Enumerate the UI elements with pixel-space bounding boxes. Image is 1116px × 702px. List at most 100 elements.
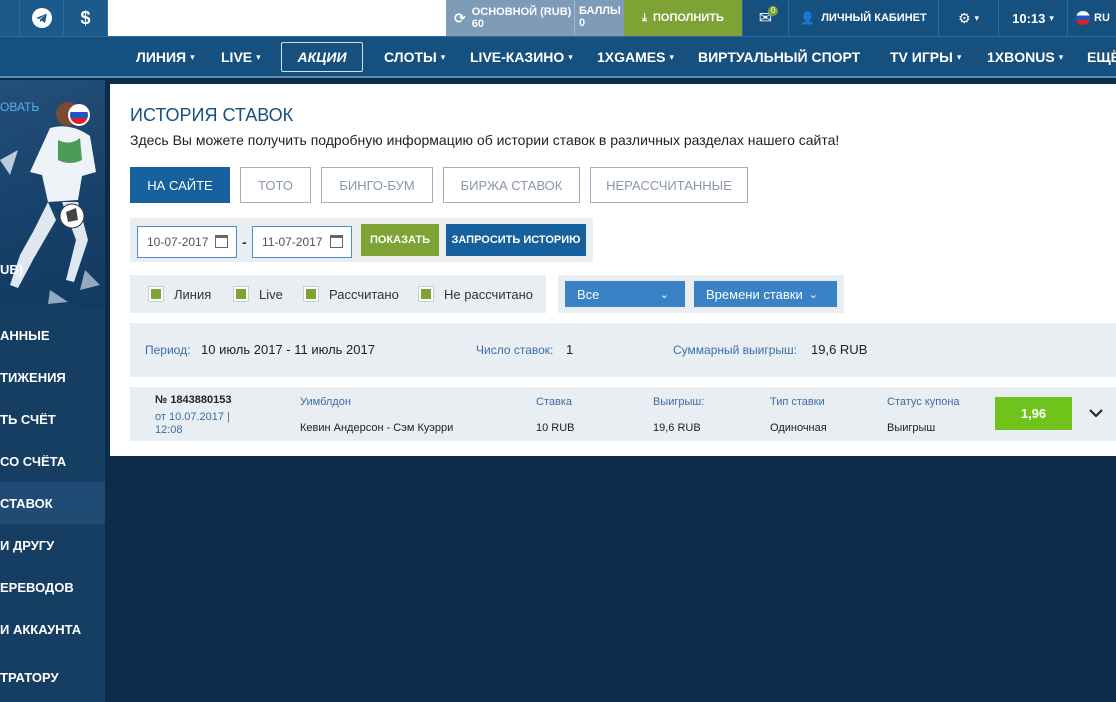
nav-1xbonus[interactable]: 1XBONUS ▾ [987,37,1063,77]
points-widget: БАЛЛЫ 0 [574,0,624,36]
chevron-down-icon: ▾ [440,51,446,62]
date-separator: - [242,234,247,250]
messages-button[interactable]: ✉ 0 [742,0,788,36]
checkbox-line[interactable]: Линия [148,286,211,302]
dollar-icon[interactable]: $ [64,0,108,36]
nav-tv-games[interactable]: TV ИГРЫ ▾ [890,37,961,77]
nav-more[interactable]: ЕЩЁ [1087,37,1116,77]
points-value: 0 [579,17,586,29]
tournament-label: Уимблдон [300,396,351,408]
nav-line[interactable]: ЛИНИЯ ▾ [136,37,195,77]
sort-time-select[interactable]: Времени ставки ⌄ [694,281,837,307]
count-label: Число ставок: [476,343,554,357]
balance-value: 60 [471,18,484,30]
calendar-icon[interactable] [330,235,343,248]
bet-number: № 1843880153 [155,394,232,406]
checkbox-box[interactable] [418,286,434,302]
sidebar-item-transfer-friend[interactable]: И ДРУГУ [0,524,105,566]
chevron-down-icon: ▾ [568,51,573,62]
russia-flag-icon [1076,11,1090,25]
chevron-down-icon: ▾ [956,51,962,62]
sidebar-item-bet-history[interactable]: СТАВОК [0,482,105,524]
match-name: Кевин Андерсон - Сэм Куэрри [300,422,454,434]
balance-widget[interactable]: ⟳ ОСНОВНОЙ (RUB) 60 [446,0,574,36]
chevron-down-icon: ▾ [669,51,674,62]
user-icon: 👤 [800,11,816,25]
sidebar-item-withdraw[interactable]: СО СЧЁТА [0,440,105,482]
sidebar-banner: ОВАТЬ UB) [0,80,105,306]
nav-live[interactable]: LIVE ▾ [221,37,261,77]
chevron-down-icon: ⌄ [808,288,818,301]
win-value: 19,6 RUB [653,422,701,434]
nav-virtual-sport[interactable]: ВИРТУАЛЬНЫЙ СПОРТ [698,37,860,77]
chevron-down-icon[interactable] [1088,405,1104,421]
top-bar-spacer [108,0,446,36]
chevron-down-icon: ▾ [256,51,261,62]
deposit-button[interactable]: ⤓ ПОПОЛНИТЬ [624,0,742,36]
telegram-icon[interactable] [20,0,64,36]
cabinet-button[interactable]: 👤 ЛИЧНЫЙ КАБИНЕТ [788,0,938,36]
download-icon: ⤓ [642,11,647,24]
show-button[interactable]: ПОКАЗАТЬ [361,224,439,256]
request-history-button[interactable]: ЗАПРОСИТЬ ИСТОРИЮ [446,224,586,256]
tab-unsettled[interactable]: НЕРАССЧИТАННЫЕ [590,167,748,203]
stake-label: Ставка [536,396,572,408]
time-selector[interactable]: 10:13 ▾ [998,0,1067,36]
bet-history-panel: ИСТОРИЯ СТАВОК Здесь Вы можете получить … [110,84,1116,456]
calendar-icon[interactable] [215,235,228,248]
page-description: Здесь Вы можете получить подробную инфор… [130,132,840,148]
checkbox-box[interactable] [303,286,319,302]
stake-value: 10 RUB [536,422,575,434]
gear-icon: ⚙ [957,9,971,26]
sort-selects: Все ⌄ Времени ставки ⌄ [558,275,844,313]
period-value: 10 июль 2017 - 11 июль 2017 [201,342,375,357]
checkbox-settled[interactable]: Рассчитано [303,286,399,302]
chevron-down-icon: ⌄ [659,288,669,301]
messages-badge: 0 [768,6,779,16]
tab-exchange[interactable]: БИРЖА СТАВОК [443,167,580,203]
balance-label: ОСНОВНОЙ (RUB) [471,6,572,18]
sidebar-item-achievements[interactable]: ТИЖЕНИЯ [0,356,105,398]
bet-row[interactable]: № 1843880153 от 10.07.2017 | 12:08 Уимбл… [130,387,1116,441]
nav-1xgames[interactable]: 1XGAMES ▾ [597,37,674,77]
top-bar: $ ⟳ ОСНОВНОЙ (RUB) 60 БАЛЛЫ 0 ⤓ ПОПОЛНИТ… [0,0,1116,36]
sidebar-link[interactable]: ОВАТЬ [0,100,39,114]
points-label: БАЛЛЫ [579,5,621,17]
tab-site[interactable]: НА САЙТЕ [130,167,230,203]
sidebar-item-account-settings[interactable]: И АККАУНТА [0,608,105,650]
nav-slots[interactable]: СЛОТЫ ▾ [384,37,445,77]
tab-toto[interactable]: ТОТО [240,167,311,203]
sidebar: ОВАТЬ UB) АННЫЕ ТИЖЕНИЯ ТЬ СЧЁТ СО СЧЁТА… [0,80,105,702]
nav-promo-button[interactable]: АКЦИИ [281,42,363,72]
summary-bar: Период: 10 июль 2017 - 11 июль 2017 Числ… [130,323,1116,377]
total-win-label: Суммарный выигрыш: [673,343,798,357]
chevron-down-icon: ▾ [190,51,195,62]
language-selector[interactable]: RU [1067,0,1116,36]
checkbox-box[interactable] [148,286,164,302]
status-select[interactable]: Все ⌄ [565,281,685,307]
checkbox-unsettled[interactable]: Не рассчитано [418,286,533,302]
bet-type-value: Одиночная [770,422,827,434]
sidebar-item-transfers[interactable]: ЕРЕВОДОВ [0,566,105,608]
date-filter: 10-07-2017 - 11-07-2017 ПОКАЗАТЬ ЗАПРОСИ… [130,218,593,262]
checkbox-live[interactable]: Live [233,286,283,302]
page-title: ИСТОРИЯ СТАВОК [130,105,294,125]
tab-bingo[interactable]: БИНГО-БУМ [321,167,433,203]
nav-live-casino[interactable]: LIVE-КАЗИНО ▾ [470,37,573,77]
sidebar-item-personal-data[interactable]: АННЫЕ [0,314,105,356]
date-from-field[interactable]: 10-07-2017 [137,226,237,258]
main-nav: ЛИНИЯ ▾ LIVE ▾ АКЦИИ СЛОТЫ ▾ LIVE-КАЗИНО ▾ 1… [0,36,1116,78]
checkbox-box[interactable] [233,286,249,302]
chevron-down-icon: ▾ [974,12,980,23]
date-to-field[interactable]: 11-07-2017 [252,226,352,258]
refresh-icon[interactable]: ⟳ [454,11,466,25]
total-win-value: 19,6 RUB [811,342,868,357]
type-filters: Линия Live Рассчитано Не рассчитано [130,275,546,313]
sidebar-item-deposit[interactable]: ТЬ СЧЁТ [0,398,105,440]
russia-flag-icon [68,104,90,126]
sidebar-item-administrator[interactable]: ТРАТОРУ [0,656,105,698]
settings-button[interactable]: ⚙ ▾ [938,0,998,36]
odds-badge: 1,96 [995,397,1072,430]
count-value: 1 [566,342,574,357]
coupon-status-label: Статус купона [887,396,960,408]
